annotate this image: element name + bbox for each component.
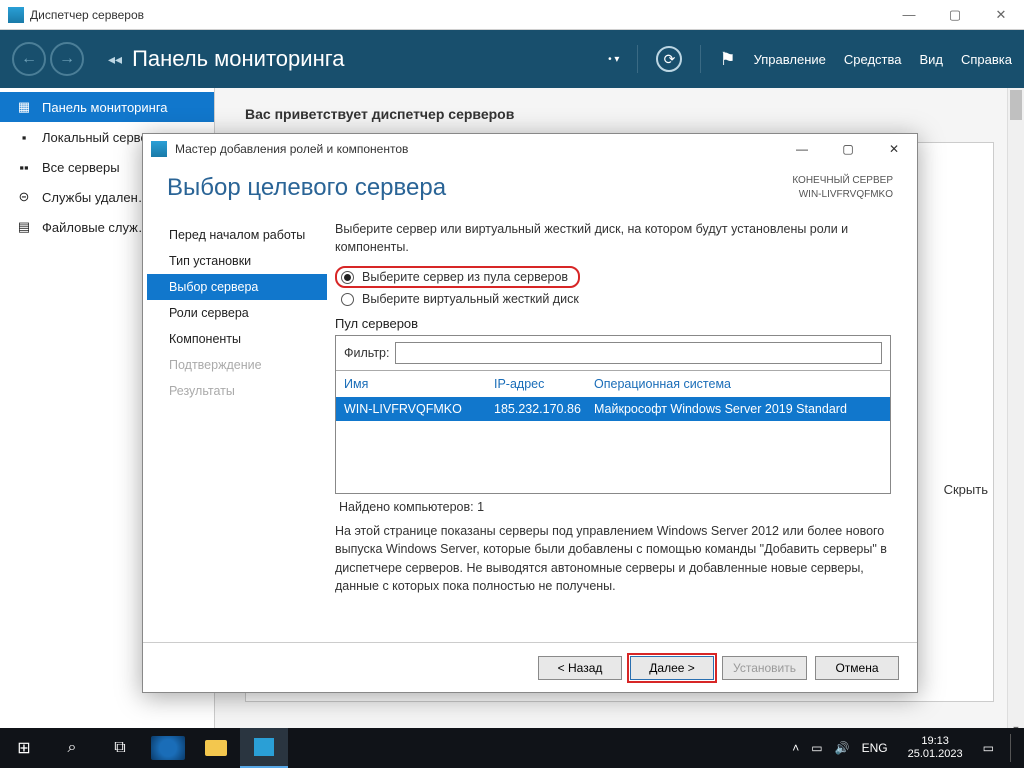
scrollbar-thumb[interactable] xyxy=(1010,90,1022,120)
wizard-intro-text: Выберите сервер или виртуальный жесткий … xyxy=(335,220,891,256)
step-features[interactable]: Компоненты xyxy=(147,326,327,352)
wizard-close-button[interactable]: ✕ xyxy=(871,134,917,164)
tray-clock[interactable]: 19:13 25.01.2023 xyxy=(900,735,971,761)
menu-view[interactable]: Вид xyxy=(919,52,943,67)
filter-label: Фильтр: xyxy=(344,346,389,360)
destination-server-label: КОНЕЧНЫЙ СЕРВЕР WIN-LIVFRVQFMKO xyxy=(792,174,893,202)
step-before-you-begin[interactable]: Перед началом работы xyxy=(147,222,327,248)
cancel-button[interactable]: Отмена xyxy=(815,656,899,680)
wizard-titlebar: Мастер добавления ролей и компонентов — … xyxy=(143,134,917,164)
step-results: Результаты xyxy=(147,378,327,404)
computers-found-text: Найдено компьютеров: 1 xyxy=(335,494,891,522)
server-pool-box: Фильтр: Имя IP-адрес Операционная систем… xyxy=(335,335,891,494)
col-ip[interactable]: IP-адрес xyxy=(494,377,594,391)
wizard-minimize-button[interactable]: — xyxy=(779,134,825,164)
refresh-icon[interactable]: ⟳ xyxy=(656,46,682,72)
menu-manage[interactable]: Управление xyxy=(754,52,826,67)
hide-link[interactable]: Скрыть xyxy=(944,482,988,497)
step-server-roles[interactable]: Роли сервера xyxy=(147,300,327,326)
start-button[interactable]: ⊞ xyxy=(0,728,48,768)
sidebar-item-label: Локальный сервер xyxy=(42,130,155,145)
radio-server-pool-highlight: Выберите сервер из пула серверов xyxy=(335,266,580,288)
sidebar-item-label: Службы удален… xyxy=(42,190,151,205)
filter-input[interactable] xyxy=(395,342,882,364)
server-table-row[interactable]: WIN-LIVFRVQFMKO 185.232.170.86 Майкрософ… xyxy=(336,397,890,421)
wizard-title: Мастер добавления ролей и компонентов xyxy=(175,142,779,156)
cell-name: WIN-LIVFRVQFMKO xyxy=(344,402,494,416)
menu-tools[interactable]: Средства xyxy=(844,52,902,67)
folder-icon xyxy=(205,740,227,756)
server-manager-header: ← → ◂◂ Панель мониторинга • ▾ ⟳ ⚑ Управл… xyxy=(0,30,1024,88)
tray-volume-icon[interactable]: 🔊 xyxy=(835,741,850,755)
radio-server-pool-label[interactable]: Выберите сервер из пула серверов xyxy=(362,270,568,284)
sidebar-item-label: Все серверы xyxy=(42,160,120,175)
tray-network-icon[interactable]: ▭ xyxy=(811,741,822,755)
radio-vhd-label[interactable]: Выберите виртуальный жесткий диск xyxy=(362,292,579,306)
server-pool-label: Пул серверов xyxy=(335,316,891,331)
app-icon xyxy=(8,7,24,23)
nav-forward-button[interactable]: → xyxy=(50,42,84,76)
sidebar-item-label: Файловые служ… xyxy=(42,220,151,235)
task-view-icon[interactable]: ⧉ xyxy=(96,728,144,768)
add-roles-wizard: Мастер добавления ролей и компонентов — … xyxy=(142,133,918,693)
col-name[interactable]: Имя xyxy=(344,377,494,391)
wizard-steps: Перед началом работы Тип установки Выбор… xyxy=(147,214,327,642)
sidebar-item-dashboard[interactable]: ▦ Панель мониторинга xyxy=(0,92,214,122)
minimize-button[interactable]: — xyxy=(886,0,932,30)
wizard-info-text: На этой странице показаны серверы под уп… xyxy=(335,522,891,595)
system-tray: ˄ ▭ 🔊 ENG 19:13 25.01.2023 ▭ xyxy=(792,734,1024,762)
wizard-content: Выберите сервер или виртуальный жесткий … xyxy=(327,214,901,642)
step-server-selection[interactable]: Выбор сервера xyxy=(147,274,327,300)
nav-back-button[interactable]: ← xyxy=(12,42,46,76)
wizard-heading: Выбор целевого сервера xyxy=(167,174,792,202)
dashboard-icon: ▦ xyxy=(16,99,32,115)
welcome-heading: Вас приветствует диспетчер серверов xyxy=(245,106,994,122)
breadcrumb: ◂◂ Панель мониторинга xyxy=(108,46,345,72)
server-table-header: Имя IP-адрес Операционная система xyxy=(336,371,890,397)
breadcrumb-text: Панель мониторинга xyxy=(132,46,344,72)
install-button: Установить xyxy=(722,656,807,680)
breadcrumb-chevron-icon: ◂◂ xyxy=(108,51,122,68)
remote-desktop-icon: ⊝ xyxy=(16,189,32,205)
main-scrollbar[interactable]: ▲ ▼ xyxy=(1007,88,1024,738)
step-confirmation: Подтверждение xyxy=(147,352,327,378)
col-os[interactable]: Операционная система xyxy=(594,377,882,391)
tray-notifications-icon[interactable]: ▭ xyxy=(983,741,994,755)
cell-os: Майкрософт Windows Server 2019 Standard xyxy=(594,402,882,416)
cell-ip: 185.232.170.86 xyxy=(494,402,594,416)
ie-icon xyxy=(151,736,185,760)
wizard-maximize-button[interactable]: ▢ xyxy=(825,134,871,164)
notifications-flag-icon[interactable]: ⚑ xyxy=(719,49,735,70)
radio-server-pool[interactable] xyxy=(341,271,354,284)
wizard-footer: < Назад Далее > Установить Отмена xyxy=(143,642,917,692)
taskbar-ie[interactable] xyxy=(144,728,192,768)
server-manager-icon xyxy=(254,738,274,756)
show-desktop-button[interactable] xyxy=(1010,734,1016,762)
maximize-button[interactable]: ▢ xyxy=(932,0,978,30)
app-title: Диспетчер серверов xyxy=(30,8,886,22)
search-icon[interactable]: ⌕ xyxy=(48,728,96,768)
next-button[interactable]: Далее > xyxy=(630,656,714,680)
step-installation-type[interactable]: Тип установки xyxy=(147,248,327,274)
servers-icon: ▪▪ xyxy=(16,159,32,175)
back-button[interactable]: < Назад xyxy=(538,656,622,680)
sidebar-item-label: Панель мониторинга xyxy=(42,100,168,115)
tray-chevron-icon[interactable]: ˄ xyxy=(792,741,799,755)
taskbar-explorer[interactable] xyxy=(192,728,240,768)
radio-vhd[interactable] xyxy=(341,293,354,306)
taskbar-server-manager[interactable] xyxy=(240,728,288,768)
server-icon: ▪ xyxy=(16,129,32,145)
file-services-icon: ▤ xyxy=(16,219,32,235)
close-button[interactable]: ✕ xyxy=(978,0,1024,30)
tray-language[interactable]: ENG xyxy=(862,741,888,755)
taskbar: ⊞ ⌕ ⧉ ˄ ▭ 🔊 ENG 19:13 25.01.2023 ▭ xyxy=(0,728,1024,768)
header-dropdown-icon[interactable]: • ▾ xyxy=(608,54,619,65)
wizard-icon xyxy=(151,141,167,157)
menu-help[interactable]: Справка xyxy=(961,52,1012,67)
app-titlebar: Диспетчер серверов — ▢ ✕ xyxy=(0,0,1024,30)
